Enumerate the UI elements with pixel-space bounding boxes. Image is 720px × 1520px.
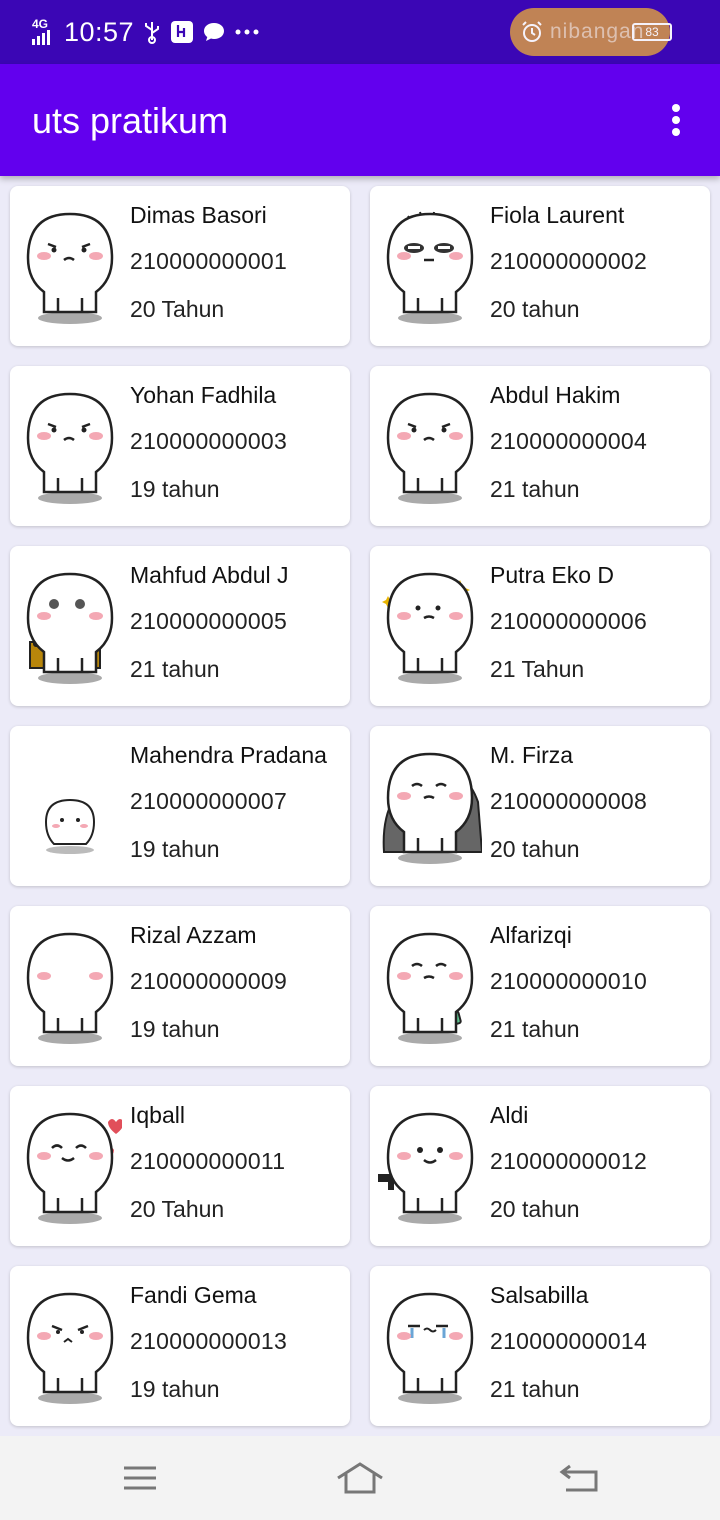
network-type: 4G [32, 17, 49, 31]
student-name: Dimas Basori [130, 202, 267, 228]
student-age: 20 Tahun [130, 1196, 225, 1222]
student-nim: 210000000001 [130, 248, 288, 274]
status-left-group: 4G 10:57 [30, 14, 260, 50]
status-notification-pill[interactable]: nibangan 83 [510, 8, 672, 56]
avatar [18, 922, 122, 1050]
student-nim: 210000000004 [490, 428, 648, 454]
avatar [378, 742, 484, 870]
student-age: 19 tahun [130, 836, 220, 862]
student-name: Rizal Azzam [130, 922, 257, 948]
student-name: Alfarizqi [490, 922, 572, 948]
status-bar: 4G 10:57 nibangan 83 [0, 0, 720, 64]
usb-icon [142, 20, 162, 44]
avatar [378, 382, 482, 510]
student-age: 21 tahun [490, 1016, 580, 1042]
back-icon[interactable] [556, 1458, 604, 1498]
alarm-icon [520, 20, 544, 49]
signal-icon: 4G [30, 17, 56, 47]
student-age: 21 Tahun [490, 656, 585, 682]
student-card[interactable]: Abdul Hakim 210000000004 21 tahun [370, 366, 710, 526]
student-name: Yohan Fadhila [130, 382, 277, 408]
student-nim: 210000000005 [130, 608, 288, 634]
student-age: 21 tahun [490, 1376, 580, 1402]
student-card[interactable]: M. Firza 210000000008 20 tahun [370, 726, 710, 886]
student-card[interactable]: Putra Eko D 210000000006 21 Tahun [370, 546, 710, 706]
student-card[interactable]: Aldi 210000000012 20 tahun [370, 1086, 710, 1246]
student-name: Putra Eko D [490, 562, 614, 588]
student-card[interactable]: Dimas Basori 210000000001 20 Tahun [10, 186, 350, 346]
student-card[interactable]: Fiola Laurent 210000000002 20 tahun [370, 186, 710, 346]
student-age: 21 tahun [130, 656, 220, 682]
student-age: 20 Tahun [130, 296, 225, 322]
student-age: 19 tahun [130, 1016, 220, 1042]
student-name: Mahendra Pradana [130, 742, 327, 768]
student-card[interactable]: Mahfud Abdul J 210000000005 21 tahun [10, 546, 350, 706]
student-name: Abdul Hakim [490, 382, 621, 408]
status-overlay-text: nibangan [550, 20, 645, 43]
navigation-bar [0, 1436, 720, 1520]
student-card[interactable]: Alfarizqi 210000000010 21 tahun [370, 906, 710, 1066]
student-name: M. Firza [490, 742, 574, 768]
student-age: 19 tahun [130, 476, 220, 502]
student-nim: 210000000002 [490, 248, 648, 274]
home-icon[interactable] [336, 1458, 384, 1498]
battery-level: 83 [645, 25, 659, 39]
student-age: 21 tahun [490, 476, 580, 502]
more-dots-icon [234, 28, 260, 36]
overflow-menu-icon[interactable] [660, 100, 692, 140]
avatar [378, 922, 482, 1050]
student-nim: 210000000006 [490, 608, 648, 634]
student-nim: 210000000009 [130, 968, 288, 994]
student-nim: 210000000011 [130, 1148, 286, 1174]
student-nim: 210000000007 [130, 788, 288, 814]
app-bar: uts pratikum [0, 64, 720, 176]
avatar [18, 1102, 124, 1230]
student-card[interactable]: Iqball 210000000011 20 Tahun [10, 1086, 350, 1246]
student-nim: 210000000010 [490, 968, 648, 994]
avatar [18, 202, 122, 330]
student-age: 20 tahun [490, 296, 580, 322]
avatar [18, 382, 122, 510]
status-time: 10:57 [64, 16, 135, 47]
student-card[interactable]: Salsabilla 210000000014 21 tahun [370, 1266, 710, 1426]
avatar [378, 1282, 482, 1410]
avatar [378, 202, 482, 330]
student-card[interactable]: Fandi Gema 210000000013 19 tahun [10, 1266, 350, 1426]
student-nim: 210000000012 [490, 1148, 648, 1174]
avatar [18, 562, 122, 690]
avatar [18, 742, 122, 870]
app-title: uts pratikum [32, 100, 229, 141]
student-card[interactable]: Mahendra Pradana 210000000007 19 tahun [10, 726, 350, 886]
student-card[interactable]: Rizal Azzam 210000000009 19 tahun [10, 906, 350, 1066]
student-nim: 210000000008 [490, 788, 648, 814]
student-nim: 210000000003 [130, 428, 288, 454]
student-name: Aldi [490, 1102, 529, 1128]
usb-debug-icon [170, 20, 194, 44]
student-age: 20 tahun [490, 836, 580, 862]
student-name: Mahfud Abdul J [130, 562, 289, 588]
student-age: 20 tahun [490, 1196, 580, 1222]
avatar [18, 1282, 122, 1410]
student-name: Fiola Laurent [490, 202, 625, 228]
battery-icon: 83 [632, 23, 672, 41]
student-age: 19 tahun [130, 1376, 220, 1402]
student-nim: 210000000014 [490, 1328, 648, 1354]
student-name: Salsabilla [490, 1282, 589, 1308]
avatar [378, 562, 482, 690]
avatar [378, 1102, 482, 1230]
student-name: Iqball [130, 1102, 185, 1128]
student-card[interactable]: Yohan Fadhila 210000000003 19 tahun [10, 366, 350, 526]
student-nim: 210000000013 [130, 1328, 288, 1354]
menu-icon[interactable] [116, 1458, 164, 1498]
chat-icon [202, 21, 226, 43]
student-name: Fandi Gema [130, 1282, 257, 1308]
